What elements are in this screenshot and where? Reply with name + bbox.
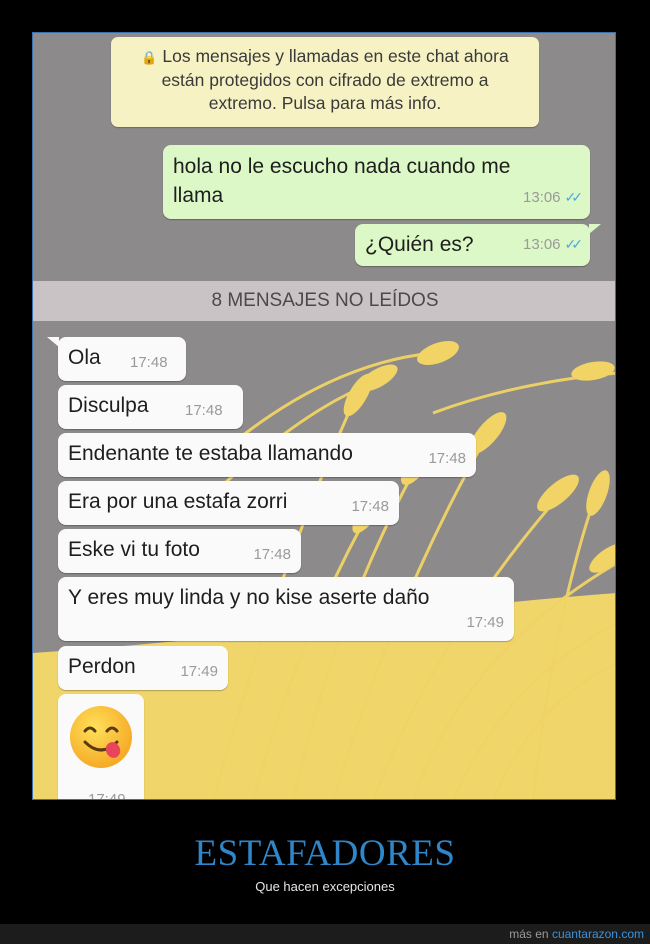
lock-icon: 🔒 [141, 50, 158, 65]
received-message[interactable]: Era por una estafa zorri 17:48 [58, 481, 399, 525]
encryption-notice-line-3: extremo. Pulsa para más info. [208, 93, 442, 113]
message-time: 17:48 [253, 546, 291, 563]
message-text: Y eres muy linda y no kise aserte daño [68, 586, 430, 609]
received-message[interactable]: Perdon 17:49 [58, 646, 228, 690]
message-time: 17:49 [180, 663, 218, 680]
message-time: 13:06 ✓✓ [523, 230, 584, 259]
sent-message[interactable]: hola no le escucho nada cuando me llama … [163, 145, 590, 219]
message-text: Era por una estafa zorri [68, 490, 288, 513]
received-message[interactable]: Disculpa 17:48 [58, 385, 243, 429]
sent-message[interactable]: ¿Quién es? 13:06 ✓✓ [355, 224, 590, 266]
site-link[interactable]: cuantarazon.com [552, 927, 644, 941]
unread-messages-divider: 8 MENSAJES NO LEÍDOS [33, 281, 615, 321]
double-check-icon: ✓✓ [564, 189, 584, 205]
caption-title: ESTAFADORES [194, 833, 456, 874]
received-message[interactable]: Endenante te estaba llamando 17:48 [58, 433, 476, 477]
message-text: Endenante te estaba llamando [68, 442, 353, 465]
message-time: 17:49 [88, 791, 126, 800]
caption-subtitle: Que hacen excepciones [255, 879, 395, 894]
message-text: Eske vi tu foto [68, 538, 200, 561]
message-time: 17:48 [351, 498, 389, 515]
received-message[interactable]: Y eres muy linda y no kise aserte daño 1… [58, 577, 514, 641]
received-message[interactable]: Eske vi tu foto 17:48 [58, 529, 301, 573]
message-text-line-2: llama [173, 184, 224, 207]
message-text: ¿Quién es? [365, 233, 474, 256]
message-text: hola no le escucho nada cuando me llama [173, 152, 510, 210]
bubble-tail [589, 224, 601, 234]
message-time: 17:48 [185, 402, 223, 419]
encryption-notice[interactable]: 🔒 Los mensajes y llamadas en este chat a… [111, 37, 539, 127]
bubble-tail [47, 337, 59, 347]
message-time: 17:48 [428, 450, 466, 467]
message-time: 13:06 ✓✓ [523, 183, 584, 212]
message-text: Disculpa [68, 394, 149, 417]
received-emoji-message[interactable]: 17:49 [58, 694, 144, 800]
face-savoring-food-icon [70, 706, 132, 768]
message-time: 17:49 [466, 614, 504, 631]
double-check-icon: ✓✓ [564, 236, 584, 252]
received-message[interactable]: Ola 17:48 [58, 337, 186, 381]
footer-bar: más en cuantarazon.com [0, 924, 650, 944]
message-time: 17:48 [130, 354, 168, 371]
message-text: Ola [68, 346, 101, 369]
message-text: Perdon [68, 655, 136, 678]
message-text-line-1: hola no le escucho nada cuando me [173, 155, 511, 178]
footer-text: más en cuantarazon.com [509, 927, 644, 941]
encryption-notice-line-2: están protegidos con cifrado de extremo … [161, 70, 489, 90]
encryption-notice-line-1: Los mensajes y llamadas en este chat aho… [162, 46, 509, 66]
footer-prefix: más en [509, 927, 549, 941]
chat-screenshot: 🔒 Los mensajes y llamadas en este chat a… [32, 32, 616, 800]
